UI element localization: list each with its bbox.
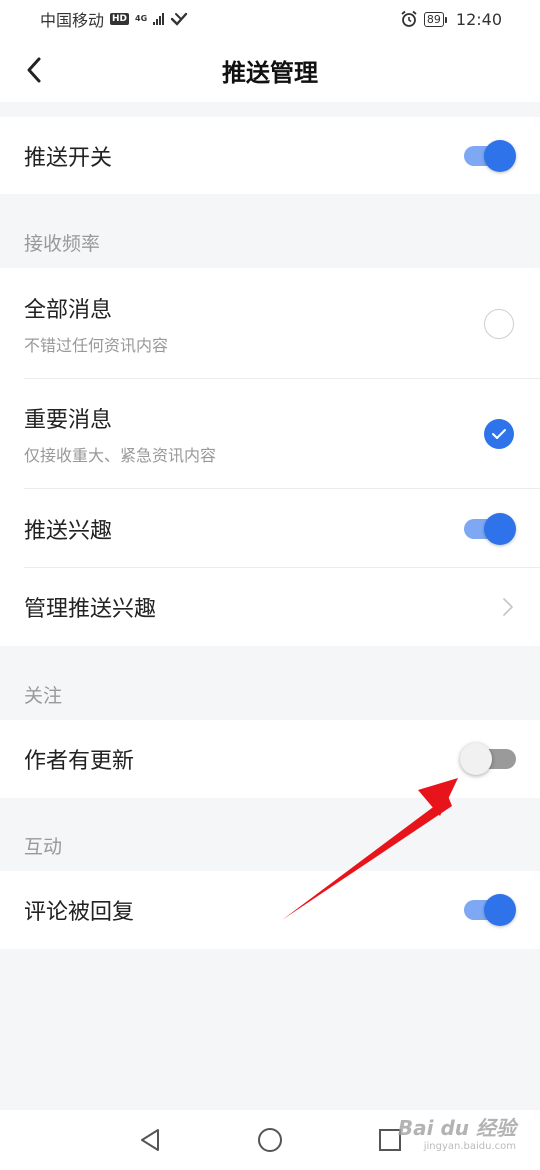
author-update-toggle[interactable] [460,743,516,775]
comment-reply-row: 评论被回复 [0,871,540,949]
push-interest-toggle[interactable] [464,512,516,545]
status-bar: 中国移动 HD 4G 89 12:40 [0,0,540,38]
network-type: 4G [135,14,148,23]
section-label-interaction: 互动 [24,836,63,858]
back-button[interactable] [12,46,56,94]
page-title: 推送管理 [222,58,318,87]
all-messages-label: 全部消息 [24,297,113,323]
watermark-brand: Bai du 经验 [397,1116,516,1140]
push-interest-row: 推送兴趣 [0,489,540,568]
all-messages-sub: 不错过任何资讯内容 [24,335,169,355]
battery-icon: 89 [423,11,447,27]
triangle-back-icon [141,1129,159,1151]
chevron-right-icon [503,598,513,616]
check-icon [492,429,506,439]
nav-home-button[interactable] [246,1116,294,1164]
important-messages-radio[interactable] [484,419,514,449]
page-header: 推送管理 [0,38,540,102]
push-switch-label: 推送开关 [24,145,113,171]
option-all-messages[interactable]: 全部消息 不错过任何资讯内容 [0,268,540,379]
circle-home-icon [258,1128,282,1152]
status-right: 89 12:40 [400,10,502,29]
important-messages-label: 重要消息 [24,408,113,433]
status-left: 中国移动 HD 4G [40,7,188,31]
clock: 12:40 [455,9,502,29]
wifi-call-icon [170,12,188,26]
manage-interest-row[interactable]: 管理推送兴趣 [0,568,540,646]
push-interest-label: 推送兴趣 [24,518,113,544]
carrier-name: 中国移动 [40,11,105,30]
option-important-messages[interactable]: 重要消息 仅接收重大、紧急资讯内容 [0,379,540,489]
chevron-left-icon [27,57,41,83]
watermark-url: jingyan.baidu.com [423,1141,516,1152]
comment-reply-label: 评论被回复 [24,900,135,925]
author-update-label: 作者有更新 [24,749,135,774]
section-label-frequency: 接收频率 [24,233,101,255]
section-label-follow: 关注 [24,685,63,707]
alarm-icon [401,10,417,27]
comment-reply-toggle[interactable] [464,894,516,926]
manage-interest-label: 管理推送兴趣 [24,597,157,622]
hd-badge: HD [110,13,130,25]
author-update-row: 作者有更新 [0,720,540,798]
nav-back-button[interactable] [126,1116,174,1164]
baidu-watermark: Bai du 经验 jingyan.baidu.com [398,1112,516,1152]
all-messages-radio[interactable] [484,308,514,339]
push-switch-toggle[interactable] [464,139,516,172]
push-switch-row: 推送开关 [0,117,540,194]
important-messages-sub: 仅接收重大、紧急资讯内容 [24,446,217,465]
signal-icon [153,13,165,25]
